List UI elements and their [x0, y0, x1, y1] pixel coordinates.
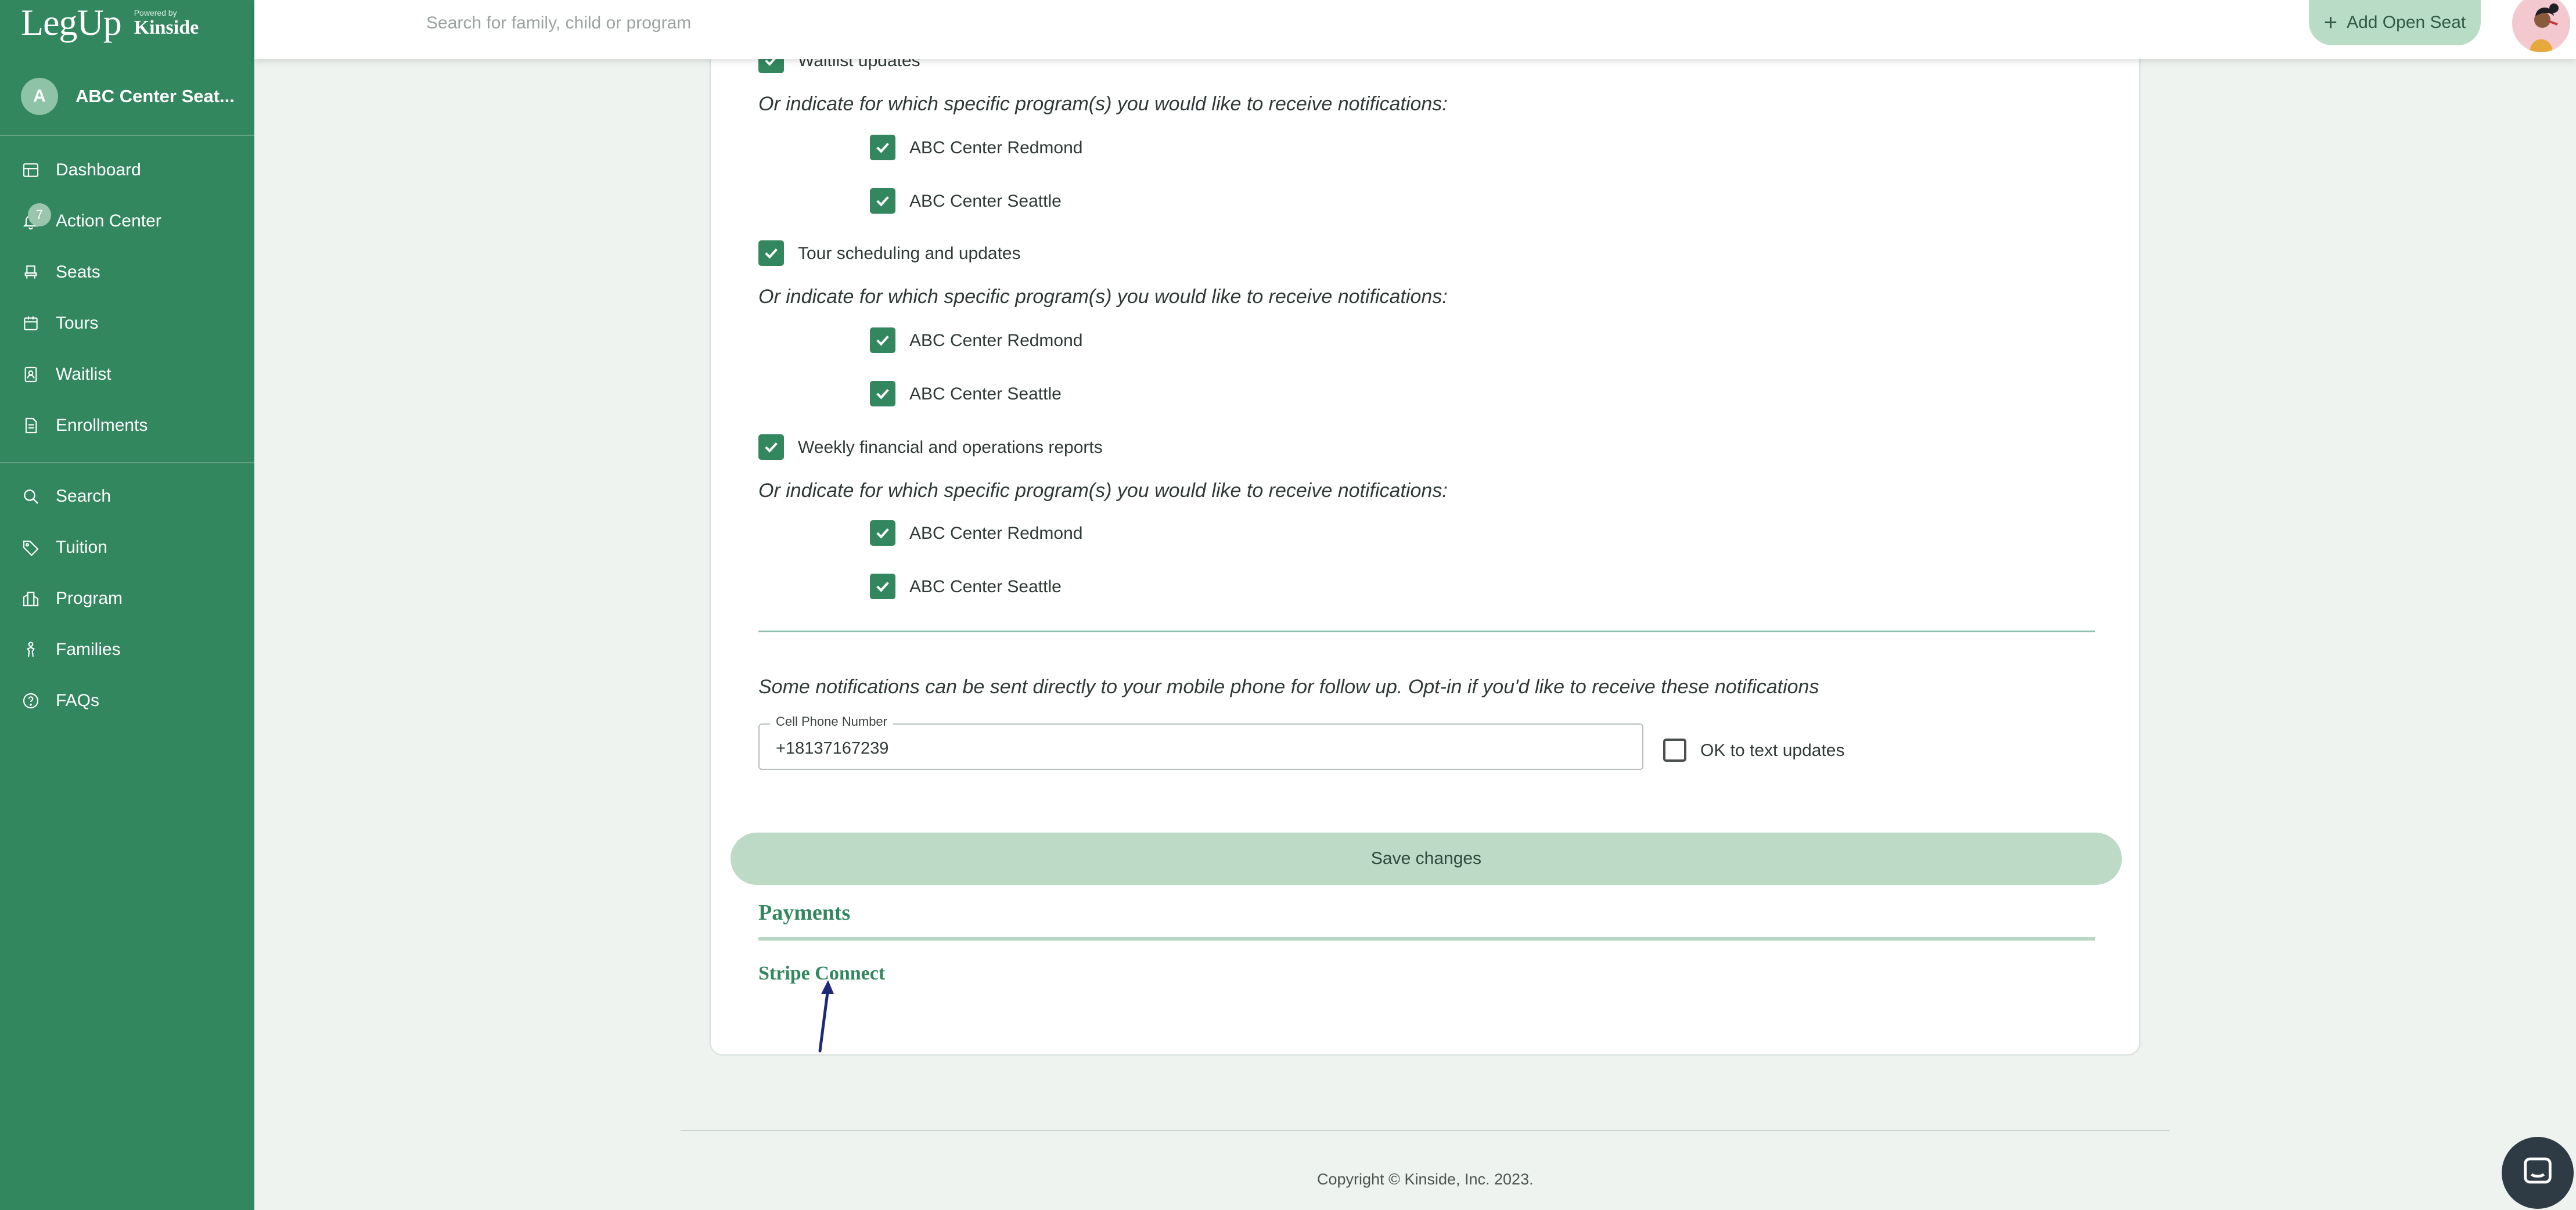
specific-programs-prompt: Or indicate for which specific program(s…	[758, 286, 1448, 308]
sidebar-item-search[interactable]: Search	[21, 482, 111, 511]
sidebar-item-seats[interactable]: Seats	[21, 258, 100, 287]
sidebar: LegUp Powered by Kinside A ABC Center Se…	[0, 0, 254, 1210]
sidebar-item-label: Enrollments	[56, 416, 148, 435]
program-label-seattle: ABC Center Seattle	[909, 192, 1062, 211]
save-changes-label: Save changes	[1370, 849, 1482, 868]
sidebar-item-program[interactable]: Program	[21, 584, 123, 613]
sidebar-item-label: Action Center	[56, 211, 161, 231]
sidebar-divider	[0, 462, 254, 463]
sidebar-item-label: Search	[56, 487, 111, 506]
checkmark-icon	[876, 335, 889, 346]
checkmark-icon	[876, 528, 889, 539]
weekly-reports-label: Weekly financial and operations reports	[798, 438, 1103, 457]
checkmark-icon	[876, 142, 889, 153]
payments-divider	[758, 937, 2095, 941]
account-avatar: A	[21, 78, 58, 115]
sidebar-item-label: Seats	[56, 262, 100, 282]
chat-widget-button[interactable]	[2502, 1137, 2574, 1209]
program-label-redmond: ABC Center Redmond	[909, 331, 1083, 350]
powered-by-text: Powered by	[134, 8, 177, 17]
sidebar-item-action-center[interactable]: 7 Action Center	[21, 203, 161, 236]
bell-icon: 7	[21, 203, 51, 231]
mobile-optin-prompt: Some notifications can be sent directly …	[758, 676, 1819, 698]
building-icon	[21, 589, 41, 608]
program-label-redmond: ABC Center Redmond	[909, 524, 1083, 543]
checkmark-icon	[876, 196, 889, 207]
tour-redmond-checkbox[interactable]	[870, 327, 895, 353]
legup-logo[interactable]: LegUp Powered by Kinside	[21, 3, 199, 42]
sidebar-item-tuition[interactable]: Tuition	[21, 533, 107, 562]
program-label-seattle: ABC Center Seattle	[909, 577, 1062, 596]
sidebar-item-faqs[interactable]: FAQs	[21, 686, 99, 715]
checkmark-icon	[876, 581, 889, 592]
plus-icon: +	[2323, 10, 2338, 35]
weekly-redmond-checkbox[interactable]	[870, 520, 895, 546]
account-switcher[interactable]: A ABC Center Seat...	[21, 78, 235, 115]
sidebar-item-label: Dashboard	[56, 160, 141, 179]
sidebar-item-families[interactable]: Families	[21, 635, 121, 664]
kinside-brand: Kinside	[134, 17, 199, 38]
checkmark-icon	[765, 442, 778, 453]
checkmark-icon	[765, 248, 778, 259]
cell-phone-field: Cell Phone Number	[758, 714, 1643, 770]
user-avatar[interactable]	[2512, 0, 2570, 52]
weekly-seattle-checkbox[interactable]	[870, 574, 895, 599]
sidebar-item-waitlist[interactable]: Waitlist	[21, 360, 111, 389]
seat-icon	[21, 262, 41, 282]
sidebar-item-enrollments[interactable]: Enrollments	[21, 411, 147, 440]
waitlist-icon	[21, 365, 41, 384]
logo-text: LegUp	[21, 2, 122, 43]
sidebar-item-label: Waitlist	[56, 365, 111, 384]
add-open-seat-button[interactable]: + Add Open Seat	[2309, 0, 2481, 45]
top-bar: + Add Open Seat	[254, 0, 2576, 59]
ok-to-text-checkbox[interactable]	[1663, 739, 1686, 762]
help-icon	[21, 691, 41, 711]
specific-programs-prompt: Or indicate for which specific program(s…	[758, 480, 1448, 502]
sidebar-item-label: FAQs	[56, 691, 100, 710]
cell-phone-label: Cell Phone Number	[770, 714, 893, 729]
search-input[interactable]	[426, 10, 1181, 36]
program-label-seattle: ABC Center Seattle	[909, 384, 1062, 404]
family-icon	[21, 640, 41, 660]
payments-heading: Payments	[758, 901, 851, 925]
footer-divider	[681, 1130, 2170, 1131]
sidebar-item-label: Program	[56, 589, 123, 608]
chat-icon	[2524, 1157, 2552, 1184]
checkmark-icon	[876, 388, 889, 399]
search-icon	[21, 487, 41, 506]
account-name: ABC Center Seat...	[75, 86, 235, 106]
action-count-badge: 7	[28, 203, 51, 226]
waitlist-seattle-checkbox[interactable]	[870, 188, 895, 214]
specific-programs-prompt: Or indicate for which specific program(s…	[758, 93, 1448, 115]
add-open-seat-label: Add Open Seat	[2347, 13, 2466, 32]
copyright-text: Copyright © Kinside, Inc. 2023.	[1317, 1171, 1534, 1188]
tour-seattle-checkbox[interactable]	[870, 381, 895, 406]
tour-updates-label: Tour scheduling and updates	[798, 244, 1021, 263]
document-icon	[21, 416, 41, 435]
dashboard-icon	[21, 160, 41, 180]
sidebar-item-dashboard[interactable]: Dashboard	[21, 156, 141, 185]
sidebar-item-tours[interactable]: Tours	[21, 309, 98, 338]
tour-updates-checkbox[interactable]	[758, 240, 784, 266]
sidebar-item-label: Tuition	[56, 538, 107, 557]
weekly-reports-checkbox[interactable]	[758, 434, 784, 460]
ok-to-text-label: OK to text updates	[1700, 741, 1845, 760]
save-changes-button[interactable]: Save changes	[731, 833, 2122, 885]
sidebar-item-label: Families	[56, 640, 121, 659]
tag-icon	[21, 538, 41, 557]
sidebar-item-label: Tours	[56, 314, 99, 333]
calendar-icon	[21, 314, 41, 333]
program-label-redmond: ABC Center Redmond	[909, 138, 1083, 157]
cell-phone-input[interactable]	[776, 737, 1589, 759]
notification-settings-card: Waitlist updates Or indicate for which s…	[710, 35, 2140, 1056]
waitlist-redmond-checkbox[interactable]	[870, 135, 895, 160]
section-divider	[758, 631, 2095, 632]
user-avatar-icon	[2512, 0, 2570, 52]
sidebar-divider	[0, 135, 254, 136]
annotation-arrow-icon	[818, 980, 834, 1053]
